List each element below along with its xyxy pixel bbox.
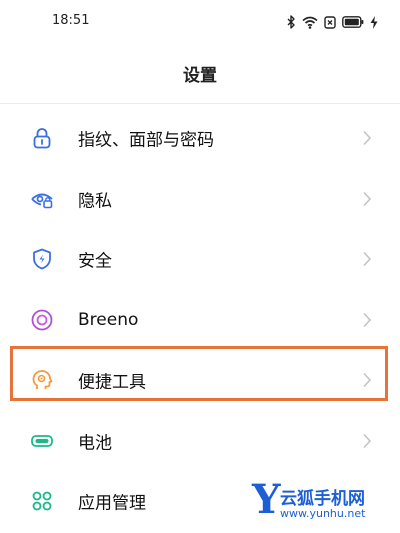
settings-list: 指纹、面部与密码 隐私 安全 Breeno 便捷工具 电池 应用管理 (0, 108, 400, 532)
settings-item-label: 指纹、面部与密码 (78, 130, 214, 151)
charging-icon (370, 15, 378, 29)
header: 设置 (0, 56, 400, 96)
convenience-tools-icon (30, 368, 54, 392)
settings-item-convenience-tools[interactable]: 便捷工具 (0, 350, 400, 411)
watermark-url: www.yunhu.net (280, 507, 366, 520)
settings-item-privacy[interactable]: 隐私 (0, 169, 400, 230)
sim-icon (324, 15, 336, 29)
status-bar: 18:51 (0, 0, 400, 44)
settings-item-label: 应用管理 (78, 493, 146, 514)
shield-icon (30, 247, 54, 271)
settings-item-label: 电池 (78, 433, 112, 454)
bluetooth-icon (286, 15, 296, 29)
settings-item-breeno[interactable]: Breeno (0, 290, 400, 351)
app-grid-icon (30, 489, 54, 513)
breeno-icon (30, 308, 54, 332)
watermark: Y 云狐手机网 www.yunhu.net (252, 478, 392, 528)
wifi-icon (302, 16, 318, 29)
settings-item-label: 隐私 (78, 191, 112, 212)
battery-icon (30, 429, 54, 453)
settings-item-label: Breeno (78, 309, 139, 330)
page-title: 设置 (183, 66, 217, 86)
status-icons (286, 13, 378, 31)
battery-icon (342, 16, 364, 28)
chevron-right-icon (362, 312, 372, 328)
settings-item-label: 便捷工具 (78, 372, 146, 393)
chevron-right-icon (362, 433, 372, 449)
chevron-right-icon (362, 130, 372, 146)
watermark-site-name: 云狐手机网 (280, 489, 365, 509)
settings-item-battery[interactable]: 电池 (0, 411, 400, 472)
settings-item-security[interactable]: 安全 (0, 229, 400, 290)
watermark-logo-letter: Y (252, 476, 281, 523)
lock-icon (30, 126, 54, 150)
header-divider (0, 103, 400, 104)
settings-item-label: 安全 (78, 251, 112, 272)
settings-item-fingerprint-face-password[interactable]: 指纹、面部与密码 (0, 108, 400, 169)
chevron-right-icon (362, 191, 372, 207)
chevron-right-icon (362, 251, 372, 267)
status-time: 18:51 (52, 13, 90, 28)
chevron-right-icon (362, 372, 372, 388)
privacy-eye-icon (30, 187, 54, 211)
